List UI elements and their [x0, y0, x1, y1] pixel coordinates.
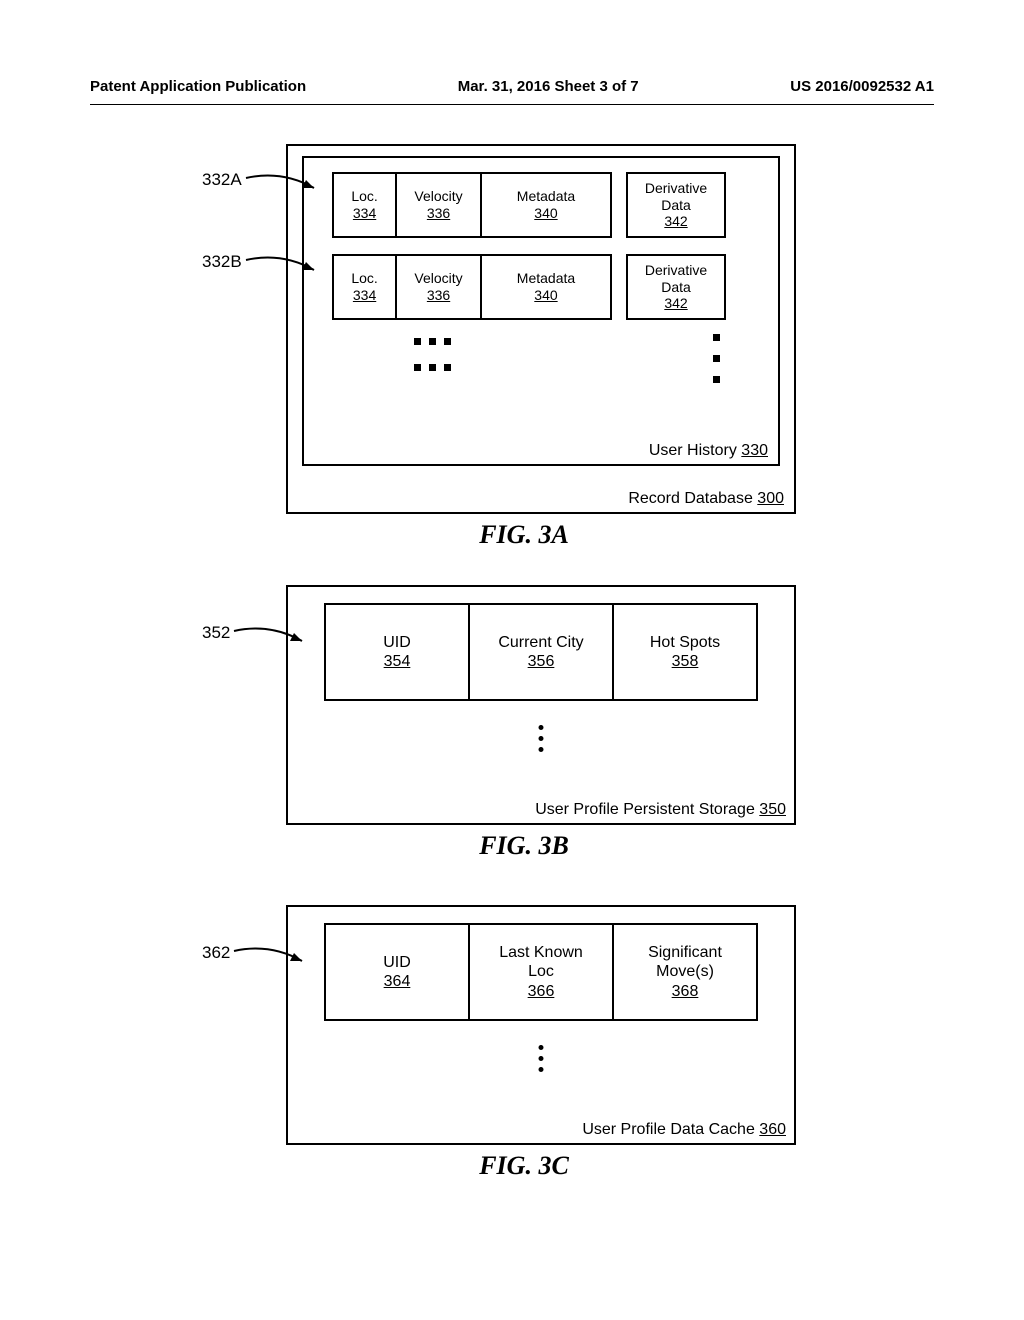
vel-label: Velocity [414, 270, 462, 287]
outer-text: Record Database [628, 490, 753, 507]
bl-text: User Profile Persistent Storage [535, 801, 755, 818]
loc-ref: 366 [528, 982, 555, 1001]
vel-ref: 336 [427, 287, 450, 304]
user-history-box: Loc. 334 Velocity 336 Metadata 340 Deriv… [302, 156, 780, 466]
inner-text: User History [649, 442, 737, 459]
meta-ref: 340 [534, 287, 557, 304]
header-left: Patent Application Publication [90, 78, 306, 95]
record-352-box: UID 354 Current City 356 Hot Spots 358 [324, 603, 758, 701]
callout-352-label: 352 [202, 623, 230, 643]
city-ref: 356 [528, 652, 555, 671]
outer-ref: 300 [757, 490, 784, 507]
record-database-box: Loc. 334 Velocity 336 Metadata 340 Deriv… [286, 144, 796, 514]
loc-label: Loc. [351, 188, 377, 205]
user-history-label: User History 330 [649, 442, 768, 460]
mov-l1: Significant [648, 943, 722, 962]
loc-l2: Loc [528, 962, 554, 981]
meta-label: Metadata [517, 188, 575, 205]
uid-ref: 364 [384, 972, 411, 991]
figure-3c-caption: FIG. 3C [204, 1151, 844, 1181]
loc-label: Loc. [351, 270, 377, 287]
bl-ref: 360 [759, 1121, 786, 1138]
derivative-box: Derivative Data 342 [626, 172, 726, 238]
loc-l1: Last Known [499, 943, 583, 962]
inner-ref: 330 [741, 442, 768, 459]
figure-3c: 362 UID 364 Last Known Loc 366 Significa… [204, 905, 844, 1191]
loc-ref: 334 [353, 205, 376, 222]
ellipsis-dots-icon [414, 338, 451, 345]
deriv-ref: 342 [664, 295, 687, 312]
header-rule [90, 104, 934, 105]
ellipsis-dots-icon [414, 364, 451, 371]
vel-label: Velocity [414, 188, 462, 205]
storage-bottom-label: User Profile Persistent Storage 350 [535, 801, 786, 819]
record-box: Loc. 334 Velocity 336 Metadata 340 [332, 172, 612, 238]
callout-332a-label: 332A [202, 170, 242, 190]
entry-row-332a: Loc. 334 Velocity 336 Metadata 340 Deriv… [332, 172, 766, 238]
bl-ref: 350 [759, 801, 786, 818]
entry-row-332b: Loc. 334 Velocity 336 Metadata 340 Deriv… [332, 254, 766, 320]
meta-ref: 340 [534, 205, 557, 222]
vel-ref: 336 [427, 205, 450, 222]
figure-3b-caption: FIG. 3B [204, 831, 844, 861]
record-box: Loc. 334 Velocity 336 Metadata 340 [332, 254, 612, 320]
deriv-l2: Data [661, 197, 691, 214]
user-profile-cache-box: UID 364 Last Known Loc 366 Significant M… [286, 905, 796, 1145]
mov-l2: Move(s) [656, 962, 714, 981]
cache-bottom-label: User Profile Data Cache 360 [582, 1121, 786, 1139]
deriv-l1: Derivative [645, 180, 707, 197]
figure-3a-caption: FIG. 3A [204, 520, 844, 550]
header-right: US 2016/0092532 A1 [790, 78, 934, 95]
deriv-ref: 342 [664, 213, 687, 230]
hs-label: Hot Spots [650, 633, 720, 652]
header-mid: Mar. 31, 2016 Sheet 3 of 7 [458, 78, 639, 95]
record-database-label: Record Database 300 [628, 490, 784, 508]
user-profile-storage-box: UID 354 Current City 356 Hot Spots 358 U… [286, 585, 796, 825]
bl-text: User Profile Data Cache [582, 1121, 755, 1138]
figure-3b: 352 UID 354 Current City 356 Hot Spots 3… [204, 585, 844, 871]
page-header: Patent Application Publication Mar. 31, … [90, 78, 934, 95]
derivative-box: Derivative Data 342 [626, 254, 726, 320]
callout-362-label: 362 [202, 943, 230, 963]
uid-label: UID [383, 633, 411, 652]
figure-3a: 332A 332B Loc. 334 [204, 144, 844, 560]
loc-ref: 334 [353, 287, 376, 304]
deriv-l2: Data [661, 279, 691, 296]
callout-332b-label: 332B [202, 252, 242, 272]
ellipsis-dots-vertical-icon [539, 1045, 544, 1072]
record-362-box: UID 364 Last Known Loc 366 Significant M… [324, 923, 758, 1021]
ellipsis-dots-vertical-icon [713, 334, 720, 383]
city-label: Current City [498, 633, 583, 652]
ellipsis-dots-vertical-icon [539, 725, 544, 752]
mov-ref: 368 [672, 982, 699, 1001]
deriv-l1: Derivative [645, 262, 707, 279]
uid-label: UID [383, 953, 411, 972]
hs-ref: 358 [672, 652, 699, 671]
uid-ref: 354 [384, 652, 411, 671]
meta-label: Metadata [517, 270, 575, 287]
